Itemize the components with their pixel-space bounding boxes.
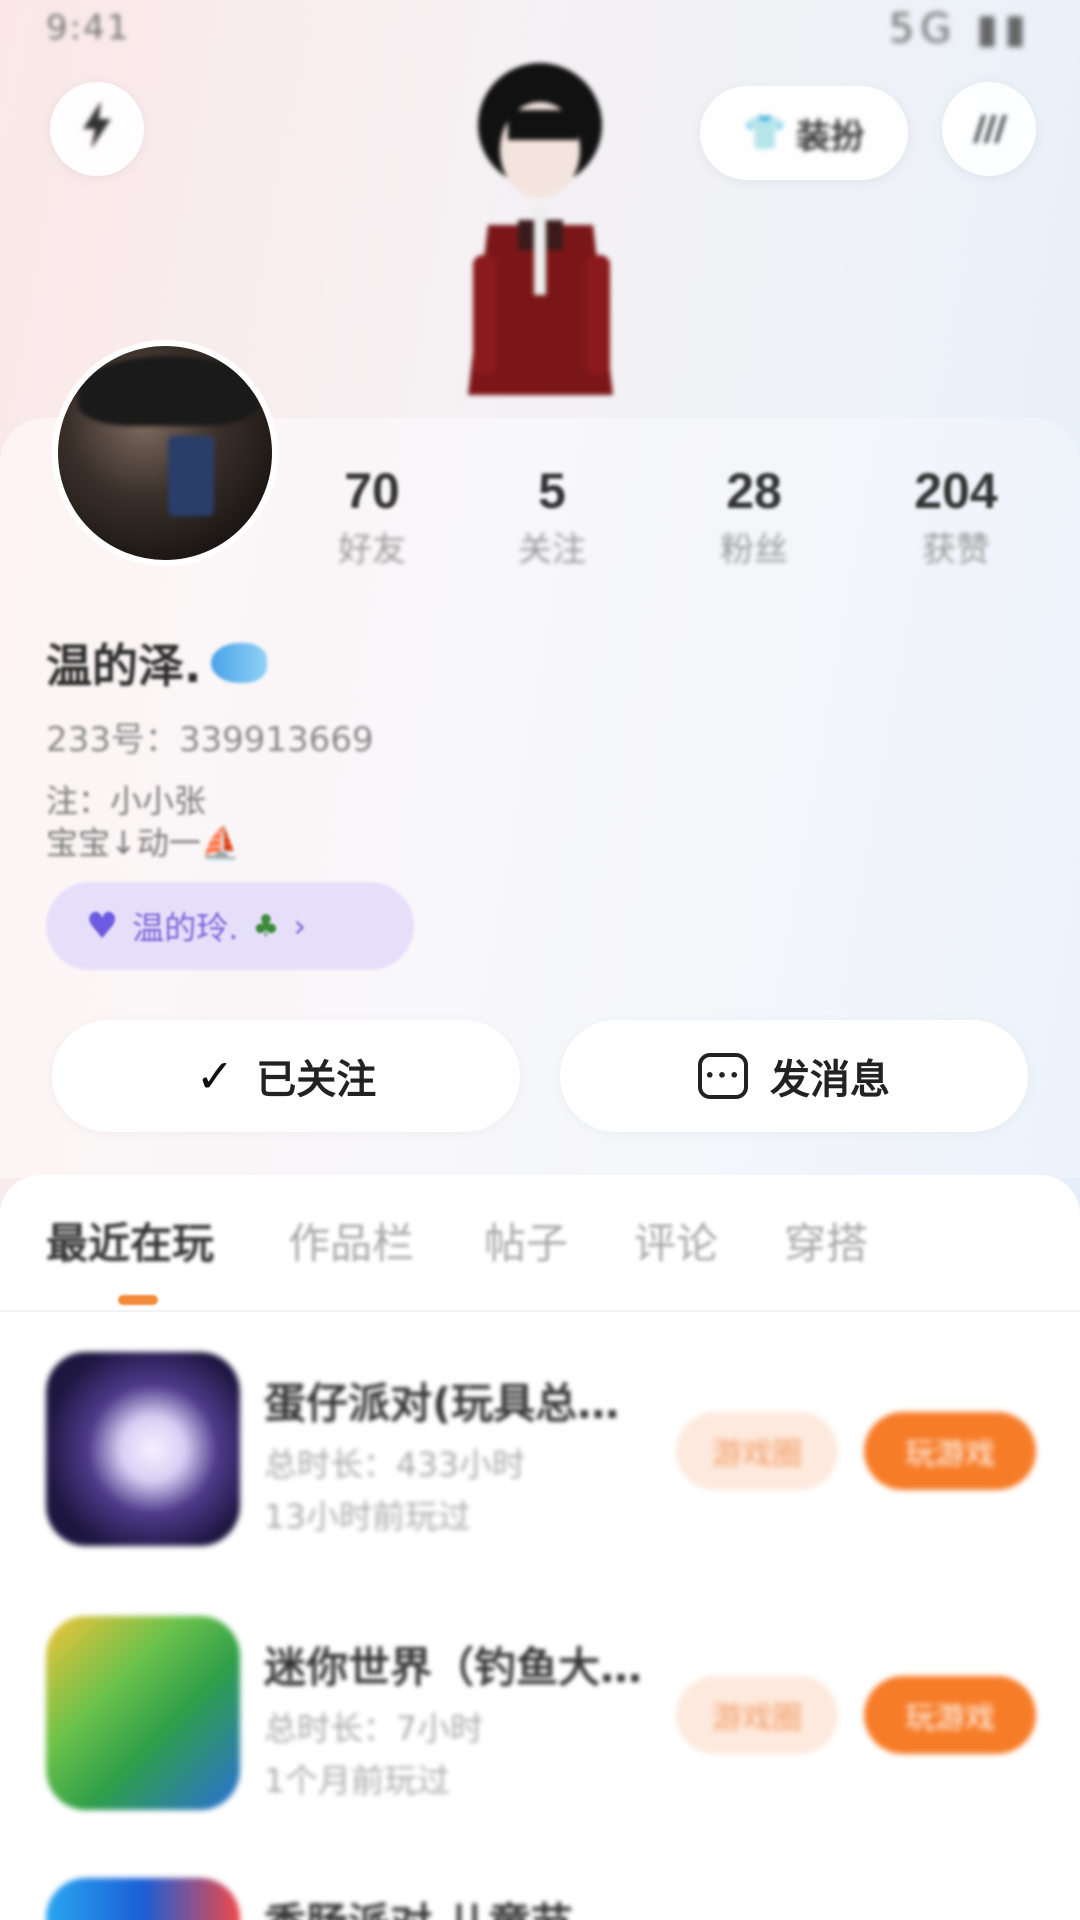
outfit-label: 装扮 xyxy=(796,116,865,157)
stat-value: 204 xyxy=(914,463,998,519)
message-label: 发消息 xyxy=(770,1057,890,1103)
couple-tag[interactable]: ♥ 温的玲. ♣ › xyxy=(46,882,414,970)
message-button[interactable]: ••• 发消息 xyxy=(560,1020,1028,1132)
game-title: 蛋仔派对(玩具总… xyxy=(264,1379,620,1428)
chevron-right-icon: › xyxy=(293,907,307,945)
bolt-icon xyxy=(79,100,115,158)
game-duration: 总时长：433小时 xyxy=(264,1445,525,1484)
tab-indicator xyxy=(118,1295,158,1305)
game-circle-button[interactable]: 游戏圈 xyxy=(676,1676,838,1754)
couple-name: 温的玲. xyxy=(132,909,239,947)
shirt-icon: 👕 xyxy=(743,113,787,153)
status-indicators: 5G ▮▮ xyxy=(888,6,1032,52)
follow-label: 已关注 xyxy=(256,1057,377,1103)
stat-label: 关注 xyxy=(518,530,586,570)
nickname: 温的泽. xyxy=(46,630,268,696)
game-row[interactable]: 迷你世界（钓鱼大… 总时长：7小时 1个月前玩过 游戏圈 玩游戏 xyxy=(0,1616,1080,1826)
bio-line-2: 宝宝↓动一⛵ xyxy=(46,824,241,862)
stat-friends[interactable]: 70 好友 xyxy=(302,462,442,571)
tab-comments[interactable]: 评论 xyxy=(634,1210,718,1271)
game-last-played: 1个月前玩过 xyxy=(264,1761,450,1800)
stat-value: 70 xyxy=(344,463,400,519)
more-button[interactable]: /// xyxy=(942,82,1036,176)
tab-recent-play[interactable]: 最近在玩 xyxy=(46,1210,214,1271)
game-icon-eggy-party xyxy=(46,1352,240,1546)
game-last-played: 13小时前玩过 xyxy=(264,1497,471,1536)
stat-value: 5 xyxy=(538,463,566,519)
tab-bar: 最近在玩 作品栏 帖子 评论 穿搭 xyxy=(0,1210,1080,1280)
chat-bubble-icon: ••• xyxy=(698,1053,748,1099)
game-duration: 总时长：7小时 xyxy=(264,1709,483,1748)
game-icon-mini-world xyxy=(46,1616,240,1810)
fish-icon xyxy=(211,643,268,683)
tab-posts[interactable]: 帖子 xyxy=(484,1210,568,1271)
heart-icon: ♥ xyxy=(86,905,119,947)
status-time: 9:41 xyxy=(46,8,131,48)
play-game-button[interactable]: 玩游戏 xyxy=(864,1676,1036,1754)
stat-fans[interactable]: 28 粉丝 xyxy=(684,462,824,571)
stat-label: 粉丝 xyxy=(720,530,788,570)
nickname-text: 温的泽. xyxy=(46,639,202,693)
play-game-button[interactable]: 玩游戏 xyxy=(864,1412,1036,1490)
back-button[interactable] xyxy=(50,82,144,176)
user-id: 233号：339913669 xyxy=(46,720,374,760)
game-circle-button[interactable]: 游戏圈 xyxy=(676,1412,838,1490)
check-icon: ✓ xyxy=(195,1049,235,1103)
stat-likes[interactable]: 204 获赞 xyxy=(886,462,1026,571)
follow-button[interactable]: ✓ 已关注 xyxy=(52,1020,520,1132)
avatar[interactable] xyxy=(52,340,278,566)
stat-following[interactable]: 5 关注 xyxy=(482,462,622,571)
tab-divider xyxy=(0,1310,1080,1312)
character-figure[interactable] xyxy=(448,55,633,415)
stat-label: 好友 xyxy=(338,530,406,570)
avatar-phone-shape xyxy=(168,436,214,516)
stat-value: 28 xyxy=(726,463,782,519)
more-icon: /// xyxy=(973,109,1006,149)
tab-works[interactable]: 作品栏 xyxy=(288,1210,414,1271)
game-title-partial: 香肠派对 儿童节 xyxy=(264,1890,573,1920)
game-title: 迷你世界（钓鱼大… xyxy=(264,1643,643,1692)
bio-line-1: 注：小小张 xyxy=(46,782,207,820)
outfit-button[interactable]: 👕 装扮 xyxy=(700,86,908,180)
stat-label: 获赞 xyxy=(922,530,990,570)
game-row[interactable]: 蛋仔派对(玩具总… 总时长：433小时 13小时前玩过 游戏圈 玩游戏 xyxy=(0,1352,1080,1562)
tab-outfits[interactable]: 穿搭 xyxy=(784,1210,868,1271)
game-icon-partial[interactable] xyxy=(46,1878,240,1920)
avatar-hair-shape xyxy=(78,356,258,426)
status-bar: 9:41 5G ▮▮ xyxy=(0,0,1080,60)
plant-icon: ♣ xyxy=(252,908,280,944)
